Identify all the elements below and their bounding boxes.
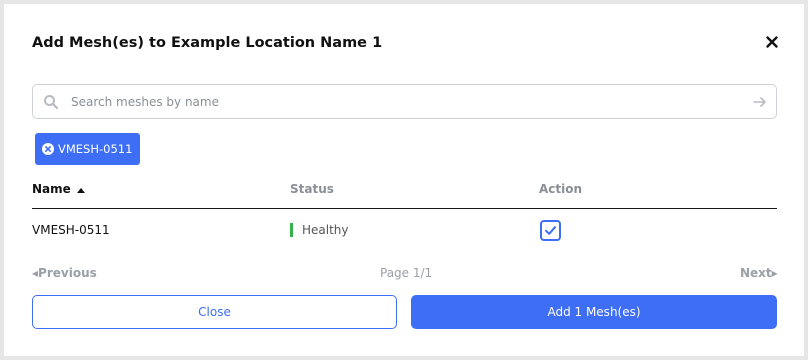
pagination-previous-label: Previous: [38, 266, 97, 280]
table-row-status: Healthy: [290, 223, 349, 237]
pagination-next-label: Next: [740, 266, 772, 280]
table-header-divider: [32, 208, 777, 209]
chevron-right-icon: ▸: [771, 266, 778, 280]
close-icon[interactable]: [764, 34, 780, 50]
column-header-status: Status: [290, 182, 334, 196]
pagination-page-indicator: Page 1/1: [380, 266, 433, 280]
status-label: Healthy: [302, 223, 349, 237]
checkmark-icon: [545, 226, 556, 235]
close-button[interactable]: Close: [32, 295, 397, 329]
search-icon: [44, 95, 59, 110]
table-row-name: VMESH-0511: [32, 223, 110, 237]
status-indicator: [290, 223, 293, 237]
modal-title: Add Mesh(es) to Example Location Name 1: [32, 35, 383, 51]
column-header-name-label: Name: [32, 182, 71, 196]
add-meshes-button[interactable]: Add 1 Mesh(es): [411, 295, 777, 329]
sort-ascending-icon[interactable]: [76, 186, 86, 194]
column-header-action: Action: [539, 182, 583, 196]
selected-mesh-chip[interactable]: VMESH-0511: [35, 133, 141, 165]
remove-circle-icon[interactable]: [42, 143, 54, 155]
row-select-checkbox[interactable]: [540, 220, 561, 241]
pagination-next[interactable]: Next▸: [740, 266, 778, 280]
column-header-name[interactable]: Name: [32, 182, 86, 196]
pagination-previous[interactable]: ◂Previous: [32, 266, 97, 280]
add-mesh-modal: Add Mesh(es) to Example Location Name 1 …: [4, 4, 804, 356]
search-box: [32, 84, 777, 119]
arrow-right-icon[interactable]: [752, 94, 768, 110]
search-input[interactable]: [71, 86, 741, 117]
chip-label: VMESH-0511: [58, 142, 133, 156]
